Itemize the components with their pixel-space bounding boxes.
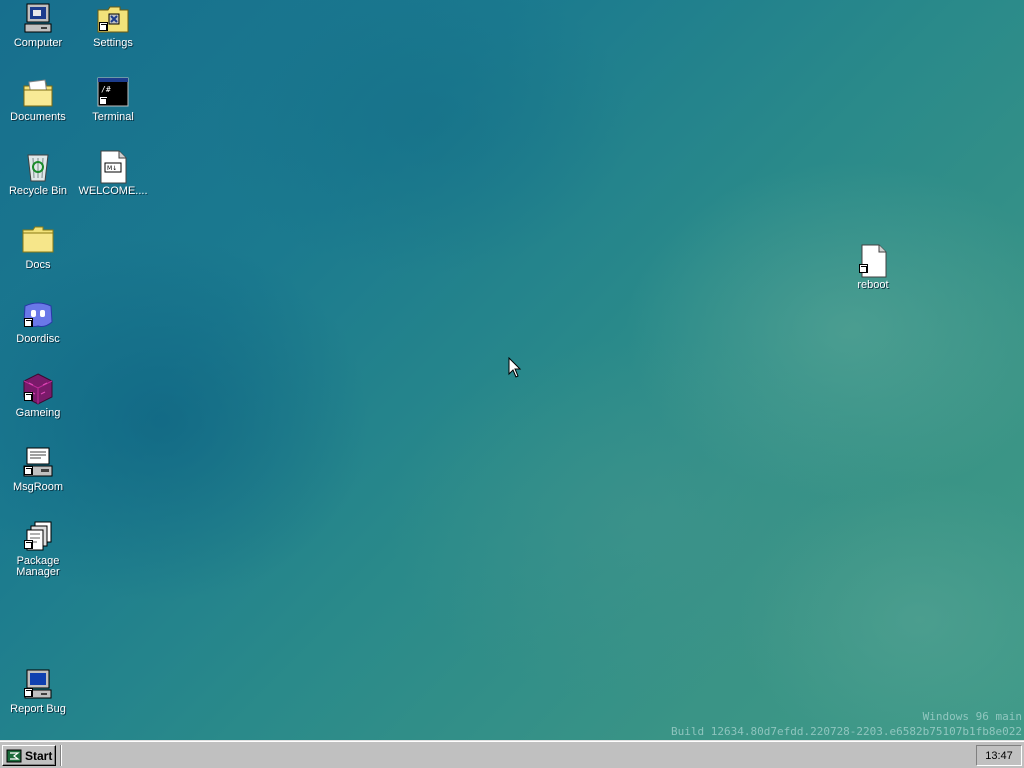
documents-folder-icon <box>21 76 55 110</box>
desktop-icon-label: Gameing <box>15 407 61 419</box>
folder-icon <box>21 224 55 258</box>
desktop-icon-label: Recycle Bin <box>8 185 68 197</box>
terminal-icon: /# <box>96 76 130 110</box>
system-tray-clock[interactable]: 13:47 <box>976 745 1022 766</box>
version-watermark-build: Build 12634.80d7efdd.220728-2203.e6582b7… <box>671 725 1022 738</box>
msgroom-icon <box>21 446 55 480</box>
desktop-icon-terminal[interactable]: /# Terminal <box>76 76 150 123</box>
shortcut-arrow-icon <box>24 318 33 327</box>
desktop[interactable]: Computer Settings Documents /# Terminal … <box>0 0 1024 740</box>
shortcut-arrow-icon <box>24 466 33 475</box>
shortcut-arrow-icon <box>24 540 33 549</box>
desktop-icon-package-manager[interactable]: Package Manager <box>1 520 75 578</box>
desktop-icon-doordisc[interactable]: Doordisc <box>1 298 75 345</box>
desktop-icon-label: WELCOME.... <box>78 185 148 197</box>
cube-icon <box>21 372 55 406</box>
shortcut-arrow-icon <box>99 22 108 31</box>
desktop-icon-label: Report Bug <box>10 703 66 715</box>
desktop-icon-recycle-bin[interactable]: Recycle Bin <box>1 150 75 197</box>
shortcut-arrow-icon <box>24 688 33 697</box>
desktop-icon-welcome[interactable]: M↓ WELCOME.... <box>76 150 150 197</box>
desktop-icon-gameing[interactable]: Gameing <box>1 372 75 419</box>
desktop-icon-label: reboot <box>857 279 889 291</box>
report-bug-icon <box>21 668 55 702</box>
markdown-file-icon: M↓ <box>96 150 130 184</box>
desktop-icon-label: Doordisc <box>16 333 60 345</box>
recycle-bin-icon <box>21 150 55 184</box>
shortcut-arrow-icon <box>859 264 868 273</box>
desktop-icon-label: Terminal <box>92 111 134 123</box>
package-manager-icon <box>21 520 55 554</box>
start-logo-icon <box>6 749 22 762</box>
taskbar-separator <box>60 745 62 766</box>
desktop-icon-label: Docs <box>25 259 51 271</box>
desktop-icon-settings[interactable]: Settings <box>76 2 150 49</box>
desktop-icon-docs[interactable]: Docs <box>1 224 75 271</box>
desktop-icon-documents[interactable]: Documents <box>1 76 75 123</box>
desktop-icon-computer[interactable]: Computer <box>1 2 75 49</box>
taskbar: Start 13:47 <box>0 740 1024 768</box>
svg-text:/#: /# <box>101 85 111 94</box>
clock-time: 13:47 <box>985 749 1013 762</box>
desktop-icon-label: MsgRoom <box>12 481 64 493</box>
computer-icon <box>21 2 55 36</box>
desktop-icon-report-bug[interactable]: Report Bug <box>1 668 75 715</box>
version-watermark-title: Windows 96 main <box>922 710 1022 723</box>
svg-text:M↓: M↓ <box>107 165 117 172</box>
desktop-icon-label: Package Manager <box>16 555 60 578</box>
desktop-icon-reboot[interactable]: reboot <box>836 244 910 291</box>
shortcut-arrow-icon <box>99 96 108 105</box>
file-icon <box>856 244 890 278</box>
start-button-label: Start <box>25 748 53 763</box>
desktop-icon-msgroom[interactable]: MsgRoom <box>1 446 75 493</box>
desktop-icon-label: Documents <box>10 111 66 123</box>
shortcut-arrow-icon <box>24 392 33 401</box>
start-button[interactable]: Start <box>2 745 56 766</box>
doordisc-icon <box>21 298 55 332</box>
mouse-cursor-icon <box>508 357 522 378</box>
desktop-icon-label: Settings <box>93 37 133 49</box>
desktop-icon-label: Computer <box>13 37 63 49</box>
settings-folder-icon <box>96 2 130 36</box>
